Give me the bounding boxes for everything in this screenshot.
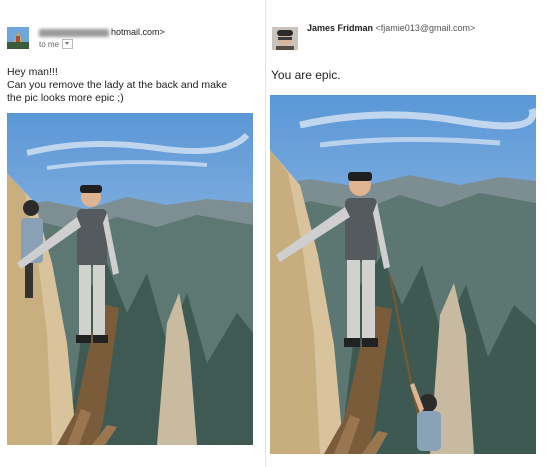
reply-email-panel: James Fridman <fjamie013@gmail.com> You … [268, 0, 550, 467]
chevron-down-icon[interactable] [62, 39, 74, 49]
message-line: Can you remove the lady at the back and … [7, 79, 228, 91]
original-email-panel: hotmail.com> to me Hey man!!! Can you re… [0, 0, 268, 467]
sender-email: <fjamie013@gmail.com> [375, 23, 476, 33]
edited-photo[interactable] [270, 95, 536, 454]
sender-address[interactable]: hotmail.com> [39, 27, 165, 37]
message-line: Hey man!!! [7, 66, 58, 78]
message-line: the pic looks more epic ;) [7, 92, 124, 104]
sender-name: James Fridman [307, 23, 374, 33]
sender-avatar [7, 27, 29, 49]
reply-message: You are epic. [271, 68, 341, 82]
reply-sender[interactable]: James Fridman <fjamie013@gmail.com> [307, 23, 475, 33]
redacted-name [39, 28, 109, 37]
reply-avatar [272, 27, 298, 50]
recipient-line[interactable]: to me [39, 39, 74, 50]
message-body: Hey man!!! Can you remove the lady at th… [7, 66, 227, 105]
original-photo[interactable] [7, 113, 253, 445]
